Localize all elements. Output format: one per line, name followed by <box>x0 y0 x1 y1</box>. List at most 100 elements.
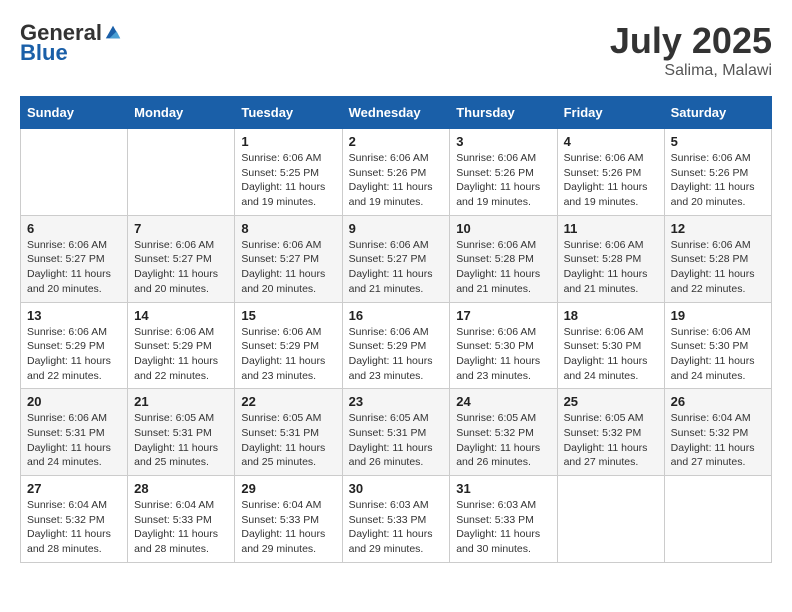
calendar-cell: 30Sunrise: 6:03 AM Sunset: 5:33 PM Dayli… <box>342 476 450 563</box>
day-info: Sunrise: 6:06 AM Sunset: 5:27 PM Dayligh… <box>349 238 444 297</box>
day-info: Sunrise: 6:04 AM Sunset: 5:32 PM Dayligh… <box>27 498 121 557</box>
day-info: Sunrise: 6:06 AM Sunset: 5:30 PM Dayligh… <box>564 325 658 384</box>
calendar-cell: 26 Sunrise: 6:04 AM Sunset: 5:32 PM Dayli… <box>664 389 771 476</box>
day-info: Sunrise: 6:06 AM Sunset: 5:27 PM Dayligh… <box>134 238 228 297</box>
day-number: 15 <box>241 308 335 323</box>
calendar-cell: 31 Sunrise: 6:03 AM Sunset: 5:33 PM Dayli… <box>450 476 557 563</box>
calendar-cell: 4 Sunrise: 6:06 AM Sunset: 5:26 PM Daylig… <box>557 129 664 216</box>
calendar-table: SundayMondayTuesdayWednesdayThursdayFrid… <box>20 96 772 563</box>
calendar-cell <box>557 476 664 563</box>
calendar-cell: 12Sunrise: 6:06 AM Sunset: 5:28 PM Dayli… <box>664 215 771 302</box>
day-info: Sunrise: 6:06 AM Sunset: 5:28 PM Dayligh… <box>456 238 550 297</box>
day-number: 25 <box>564 394 658 409</box>
day-number: 13 <box>27 308 121 323</box>
day-number: 31 <box>456 481 550 496</box>
day-number: 10 <box>456 221 550 236</box>
calendar-cell: 9Sunrise: 6:06 AM Sunset: 5:27 PM Daylig… <box>342 215 450 302</box>
day-number: 24 <box>456 394 550 409</box>
logo-blue-text: Blue <box>20 40 68 66</box>
calendar-cell: 17Sunrise: 6:06 AM Sunset: 5:30 PM Dayli… <box>450 302 557 389</box>
weekday-header-friday: Friday <box>557 97 664 129</box>
calendar-week-row: 13 Sunrise: 6:06 AM Sunset: 5:29 PM Dayli… <box>21 302 772 389</box>
calendar-week-row: 20Sunrise: 6:06 AM Sunset: 5:31 PM Dayli… <box>21 389 772 476</box>
day-number: 21 <box>134 394 228 409</box>
day-info: Sunrise: 6:04 AM Sunset: 5:33 PM Dayligh… <box>241 498 335 557</box>
weekday-header-row: SundayMondayTuesdayWednesdayThursdayFrid… <box>21 97 772 129</box>
calendar-cell: 23 Sunrise: 6:05 AM Sunset: 5:31 PM Dayli… <box>342 389 450 476</box>
day-number: 30 <box>349 481 444 496</box>
calendar-cell: 20Sunrise: 6:06 AM Sunset: 5:31 PM Dayli… <box>21 389 128 476</box>
calendar-cell: 25 Sunrise: 6:05 AM Sunset: 5:32 PM Dayli… <box>557 389 664 476</box>
day-info: Sunrise: 6:05 AM Sunset: 5:32 PM Dayligh… <box>456 411 550 470</box>
day-number: 26 <box>671 394 765 409</box>
day-info: Sunrise: 6:06 AM Sunset: 5:28 PM Dayligh… <box>564 238 658 297</box>
day-info: Sunrise: 6:05 AM Sunset: 5:31 PM Dayligh… <box>241 411 335 470</box>
day-info: Sunrise: 6:06 AM Sunset: 5:27 PM Dayligh… <box>241 238 335 297</box>
day-info: Sunrise: 6:04 AM Sunset: 5:33 PM Dayligh… <box>134 498 228 557</box>
calendar-cell: 11 Sunrise: 6:06 AM Sunset: 5:28 PM Dayli… <box>557 215 664 302</box>
day-info: Sunrise: 6:06 AM Sunset: 5:29 PM Dayligh… <box>349 325 444 384</box>
calendar-cell: 14Sunrise: 6:06 AM Sunset: 5:29 PM Dayli… <box>128 302 235 389</box>
calendar-week-row: 27 Sunrise: 6:04 AM Sunset: 5:32 PM Dayli… <box>21 476 772 563</box>
day-number: 18 <box>564 308 658 323</box>
logo-icon <box>104 24 122 42</box>
calendar-cell: 15 Sunrise: 6:06 AM Sunset: 5:29 PM Dayli… <box>235 302 342 389</box>
calendar-cell: 3 Sunrise: 6:06 AM Sunset: 5:26 PM Daylig… <box>450 129 557 216</box>
day-info: Sunrise: 6:06 AM Sunset: 5:29 PM Dayligh… <box>134 325 228 384</box>
day-number: 11 <box>564 221 658 236</box>
calendar-cell: 28 Sunrise: 6:04 AM Sunset: 5:33 PM Dayli… <box>128 476 235 563</box>
day-number: 23 <box>349 394 444 409</box>
day-info: Sunrise: 6:06 AM Sunset: 5:29 PM Dayligh… <box>27 325 121 384</box>
day-number: 2 <box>349 134 444 149</box>
calendar-cell: 13 Sunrise: 6:06 AM Sunset: 5:29 PM Dayli… <box>21 302 128 389</box>
weekday-header-wednesday: Wednesday <box>342 97 450 129</box>
weekday-header-tuesday: Tuesday <box>235 97 342 129</box>
calendar-cell: 6Sunrise: 6:06 AM Sunset: 5:27 PM Daylig… <box>21 215 128 302</box>
title-section: July 2025 Salima, Malawi <box>610 20 772 80</box>
day-info: Sunrise: 6:06 AM Sunset: 5:30 PM Dayligh… <box>456 325 550 384</box>
day-info: Sunrise: 6:06 AM Sunset: 5:26 PM Dayligh… <box>456 151 550 210</box>
day-number: 19 <box>671 308 765 323</box>
day-info: Sunrise: 6:06 AM Sunset: 5:25 PM Dayligh… <box>241 151 335 210</box>
day-info: Sunrise: 6:04 AM Sunset: 5:32 PM Dayligh… <box>671 411 765 470</box>
day-number: 4 <box>564 134 658 149</box>
calendar-cell <box>664 476 771 563</box>
day-info: Sunrise: 6:06 AM Sunset: 5:28 PM Dayligh… <box>671 238 765 297</box>
day-number: 7 <box>134 221 228 236</box>
day-number: 28 <box>134 481 228 496</box>
calendar-cell: 27 Sunrise: 6:04 AM Sunset: 5:32 PM Dayli… <box>21 476 128 563</box>
day-info: Sunrise: 6:06 AM Sunset: 5:29 PM Dayligh… <box>241 325 335 384</box>
day-number: 29 <box>241 481 335 496</box>
day-info: Sunrise: 6:05 AM Sunset: 5:32 PM Dayligh… <box>564 411 658 470</box>
calendar-cell: 1 Sunrise: 6:06 AM Sunset: 5:25 PM Daylig… <box>235 129 342 216</box>
day-info: Sunrise: 6:06 AM Sunset: 5:26 PM Dayligh… <box>564 151 658 210</box>
weekday-header-monday: Monday <box>128 97 235 129</box>
calendar-cell <box>128 129 235 216</box>
calendar-cell <box>21 129 128 216</box>
weekday-header-sunday: Sunday <box>21 97 128 129</box>
day-number: 22 <box>241 394 335 409</box>
calendar-week-row: 1 Sunrise: 6:06 AM Sunset: 5:25 PM Daylig… <box>21 129 772 216</box>
day-info: Sunrise: 6:03 AM Sunset: 5:33 PM Dayligh… <box>456 498 550 557</box>
day-number: 5 <box>671 134 765 149</box>
calendar-cell: 2Sunrise: 6:06 AM Sunset: 5:26 PM Daylig… <box>342 129 450 216</box>
day-number: 27 <box>27 481 121 496</box>
calendar-cell: 16 Sunrise: 6:06 AM Sunset: 5:29 PM Dayli… <box>342 302 450 389</box>
calendar-cell: 21Sunrise: 6:05 AM Sunset: 5:31 PM Dayli… <box>128 389 235 476</box>
day-number: 20 <box>27 394 121 409</box>
day-info: Sunrise: 6:06 AM Sunset: 5:30 PM Dayligh… <box>671 325 765 384</box>
calendar-cell: 22 Sunrise: 6:05 AM Sunset: 5:31 PM Dayli… <box>235 389 342 476</box>
location-subtitle: Salima, Malawi <box>610 62 772 80</box>
day-info: Sunrise: 6:05 AM Sunset: 5:31 PM Dayligh… <box>349 411 444 470</box>
day-number: 3 <box>456 134 550 149</box>
day-info: Sunrise: 6:06 AM Sunset: 5:26 PM Dayligh… <box>671 151 765 210</box>
weekday-header-thursday: Thursday <box>450 97 557 129</box>
page-header: General Blue July 2025 Salima, Malawi <box>20 20 772 80</box>
calendar-week-row: 6Sunrise: 6:06 AM Sunset: 5:27 PM Daylig… <box>21 215 772 302</box>
calendar-cell: 29 Sunrise: 6:04 AM Sunset: 5:33 PM Dayli… <box>235 476 342 563</box>
day-number: 1 <box>241 134 335 149</box>
calendar-cell: 24 Sunrise: 6:05 AM Sunset: 5:32 PM Dayli… <box>450 389 557 476</box>
calendar-cell: 8Sunrise: 6:06 AM Sunset: 5:27 PM Daylig… <box>235 215 342 302</box>
calendar-cell: 10 Sunrise: 6:06 AM Sunset: 5:28 PM Dayli… <box>450 215 557 302</box>
day-number: 16 <box>349 308 444 323</box>
